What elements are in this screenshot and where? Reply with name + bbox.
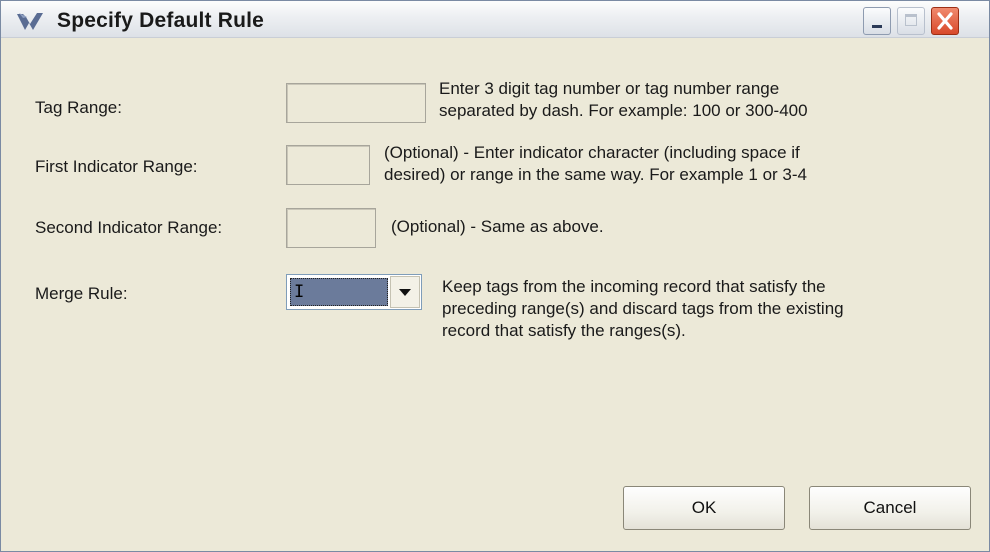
- merge-rule-label: Merge Rule:: [35, 284, 128, 303]
- second-indicator-label: Second Indicator Range:: [35, 218, 223, 237]
- merge-rule-dropdown-button[interactable]: [390, 276, 420, 308]
- minimize-button[interactable]: [863, 7, 891, 35]
- maximize-button[interactable]: [897, 7, 925, 35]
- cancel-button[interactable]: Cancel: [809, 486, 971, 530]
- merge-rule-help-line3: record that satisfy the ranges(s).: [442, 321, 686, 340]
- first-indicator-input[interactable]: [286, 145, 370, 185]
- app-logo-icon: [17, 13, 43, 30]
- minimize-icon: [872, 25, 882, 28]
- first-indicator-label: First Indicator Range:: [35, 157, 198, 176]
- first-indicator-help-line1: (Optional) - Enter indicator character (…: [384, 143, 800, 162]
- tag-range-help-line1: Enter 3 digit tag number or tag number r…: [439, 79, 780, 98]
- merge-rule-help-line2: preceding range(s) and discard tags from…: [442, 299, 844, 318]
- tag-range-input[interactable]: [286, 83, 426, 123]
- merge-rule-help-line1: Keep tags from the incoming record that …: [442, 277, 826, 296]
- window-title: Specify Default Rule: [57, 9, 265, 32]
- second-indicator-input[interactable]: [286, 208, 376, 248]
- title-bar[interactable]: Specify Default Rule: [1, 1, 989, 38]
- second-indicator-help: (Optional) - Same as above.: [391, 217, 604, 236]
- chevron-down-icon: [399, 289, 411, 296]
- ok-button[interactable]: OK: [623, 486, 785, 530]
- merge-rule-selected-value[interactable]: I: [290, 278, 388, 306]
- close-button[interactable]: [931, 7, 959, 35]
- tag-range-label: Tag Range:: [35, 98, 122, 117]
- first-indicator-help-line2: desired) or range in the same way. For e…: [384, 165, 807, 184]
- close-icon: [937, 12, 953, 30]
- maximize-icon: [905, 14, 917, 26]
- tag-range-help-line2: separated by dash. For example: 100 or 3…: [439, 101, 808, 120]
- merge-rule-select[interactable]: I: [286, 274, 422, 310]
- dialog-window: Specify Default Rule Tag Range: Enter 3 …: [0, 0, 990, 552]
